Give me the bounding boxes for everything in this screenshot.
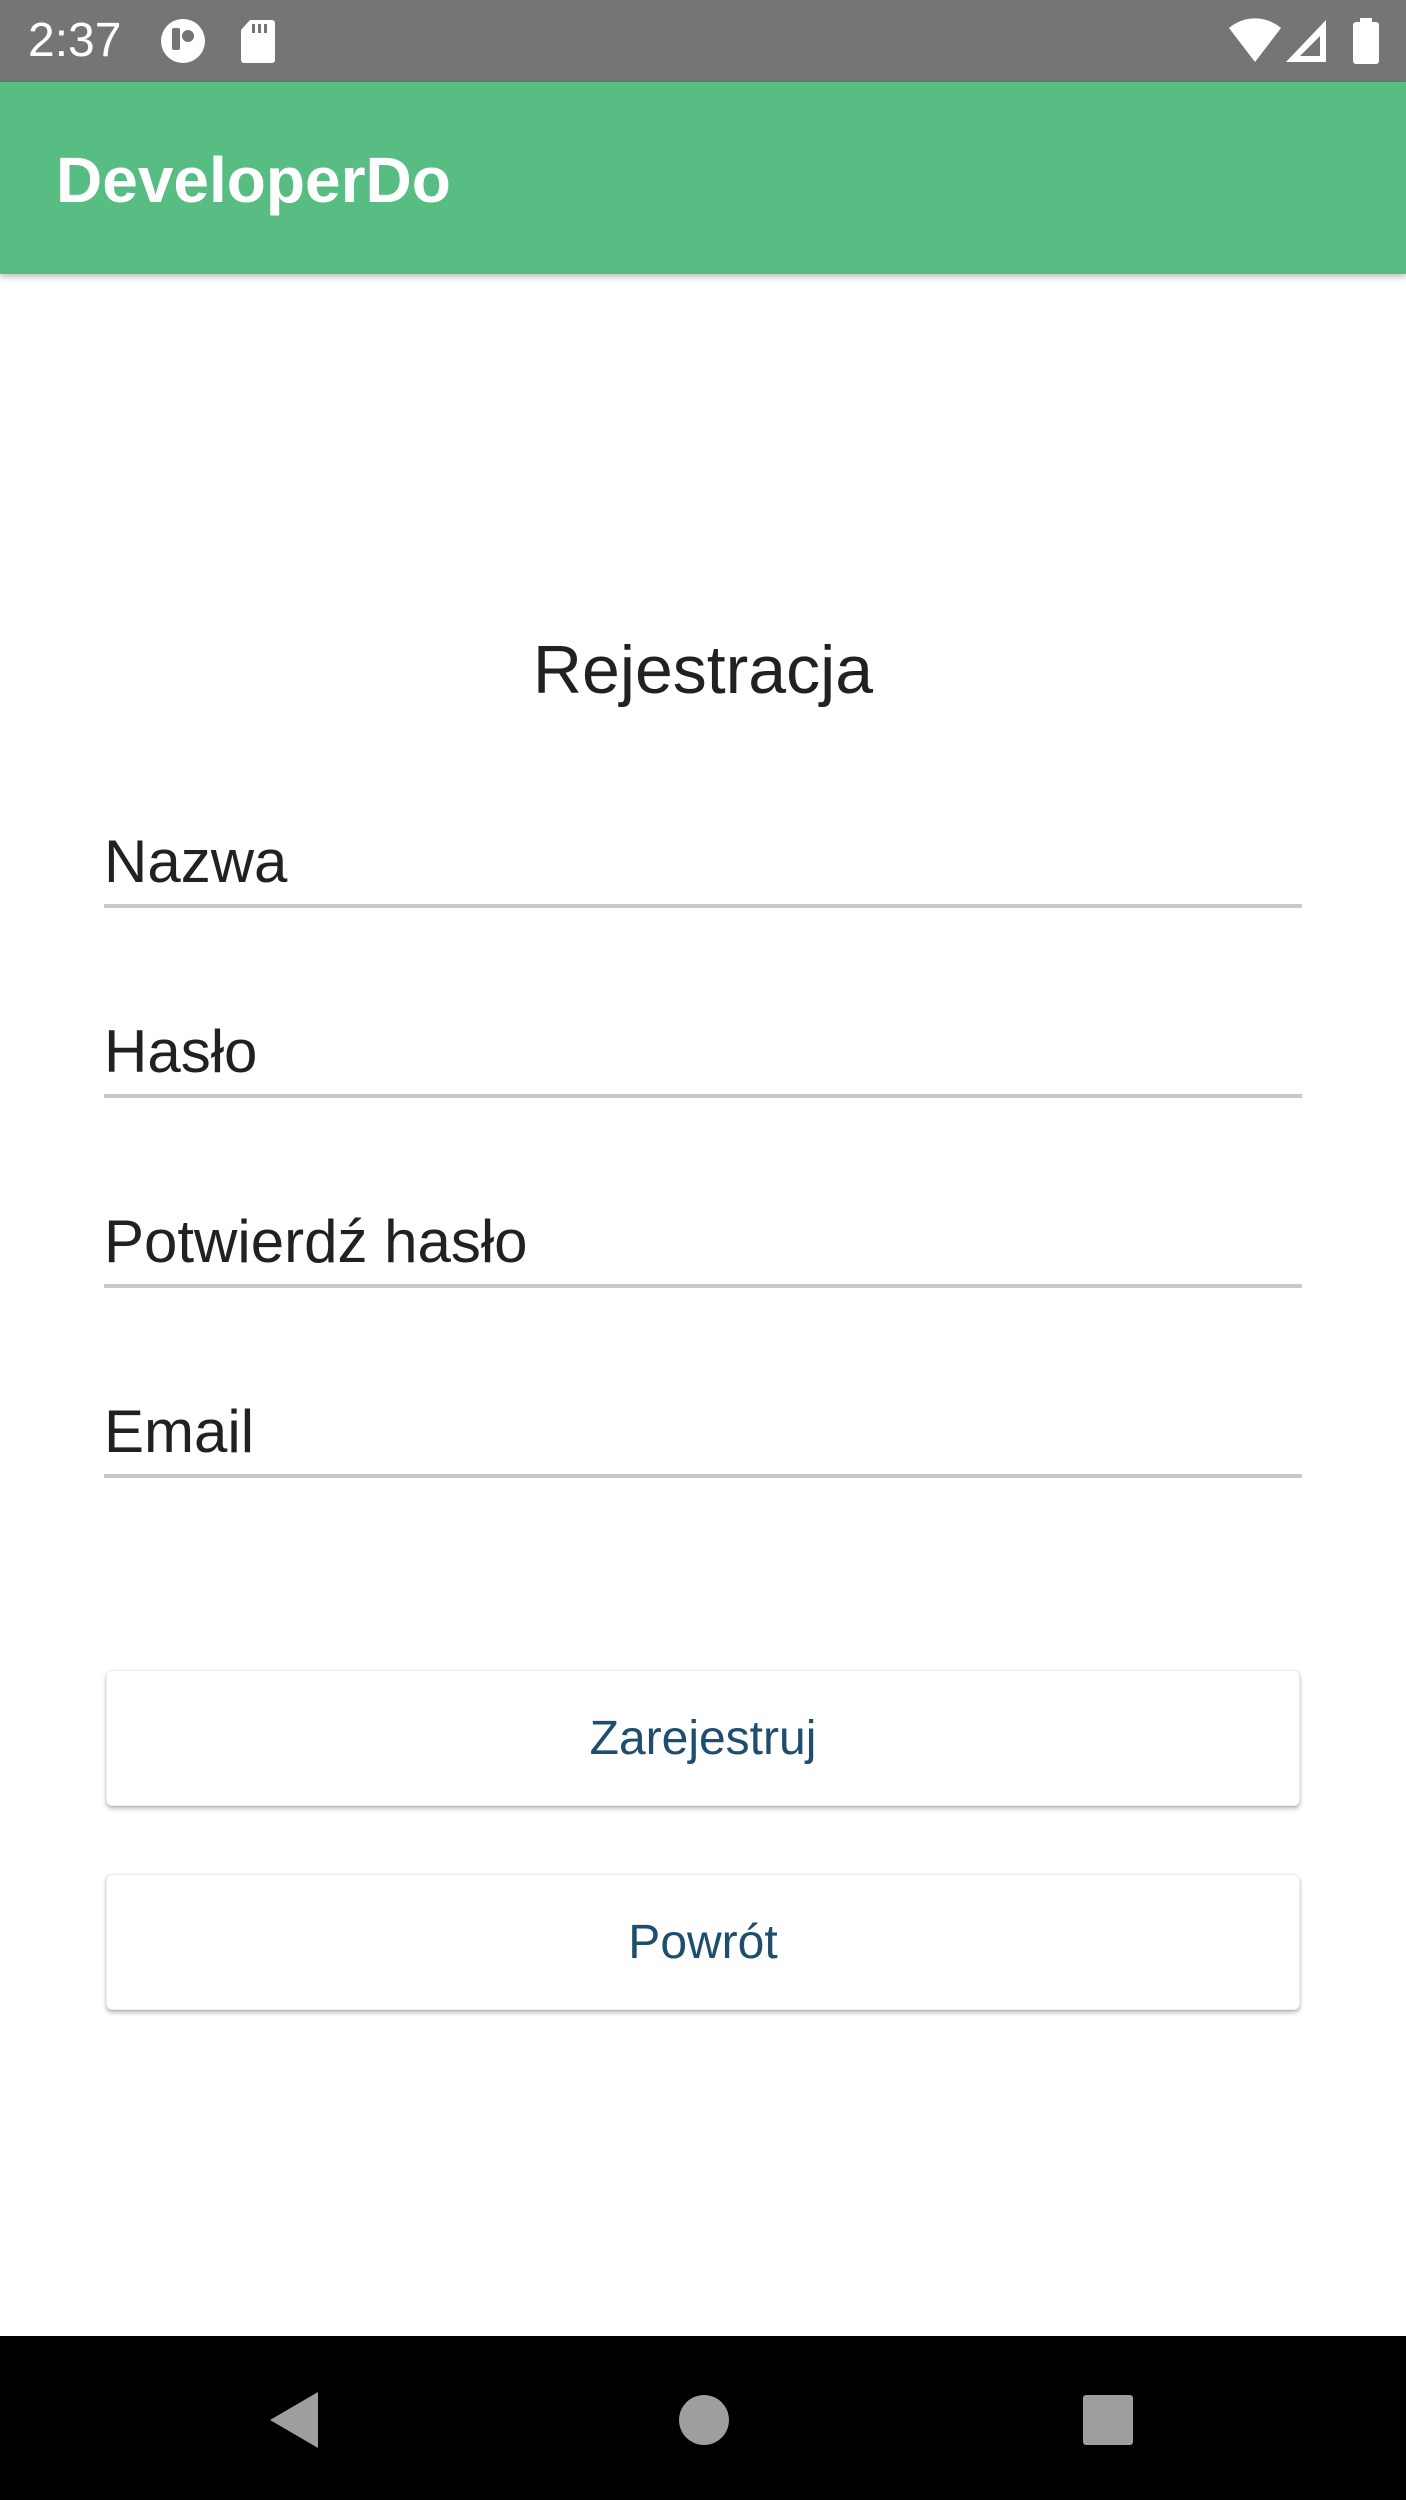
back-button[interactable]: Powrót: [106, 1874, 1300, 2010]
status-time: 2:37: [28, 14, 122, 67]
confirm-password-field: [104, 1204, 1302, 1288]
register-button[interactable]: Zarejestruj: [106, 1670, 1300, 1806]
email-input[interactable]: [104, 1396, 1302, 1468]
register-button-label: Zarejestruj: [589, 1711, 817, 1765]
navigation-bar: [0, 2336, 1406, 2500]
app-bar: DeveloperDo: [0, 82, 1406, 274]
home-icon[interactable]: [672, 2388, 736, 2452]
confirm-password-input[interactable]: [104, 1206, 1302, 1278]
password-input[interactable]: [104, 1016, 1302, 1088]
name-field: [104, 824, 1302, 908]
back-icon[interactable]: [262, 2388, 326, 2452]
name-input[interactable]: [104, 826, 1302, 898]
wifi-icon: [1228, 18, 1282, 64]
app-title: DeveloperDo: [56, 144, 451, 216]
battery-icon: [1352, 18, 1380, 64]
app-notification-icon: [158, 18, 208, 64]
signal-icon: [1284, 18, 1328, 64]
email-field: [104, 1394, 1302, 1478]
status-bar: 2:37: [0, 0, 1406, 82]
back-button-label: Powrót: [628, 1915, 778, 1969]
password-field: [104, 1014, 1302, 1098]
recents-icon[interactable]: [1076, 2388, 1140, 2452]
registration-screen: 2:37 DeveloperDo Rejestracja Nazwa Email…: [0, 0, 1406, 2500]
sd-card-icon: [240, 18, 276, 64]
page-title: Rejestracja: [532, 632, 874, 708]
